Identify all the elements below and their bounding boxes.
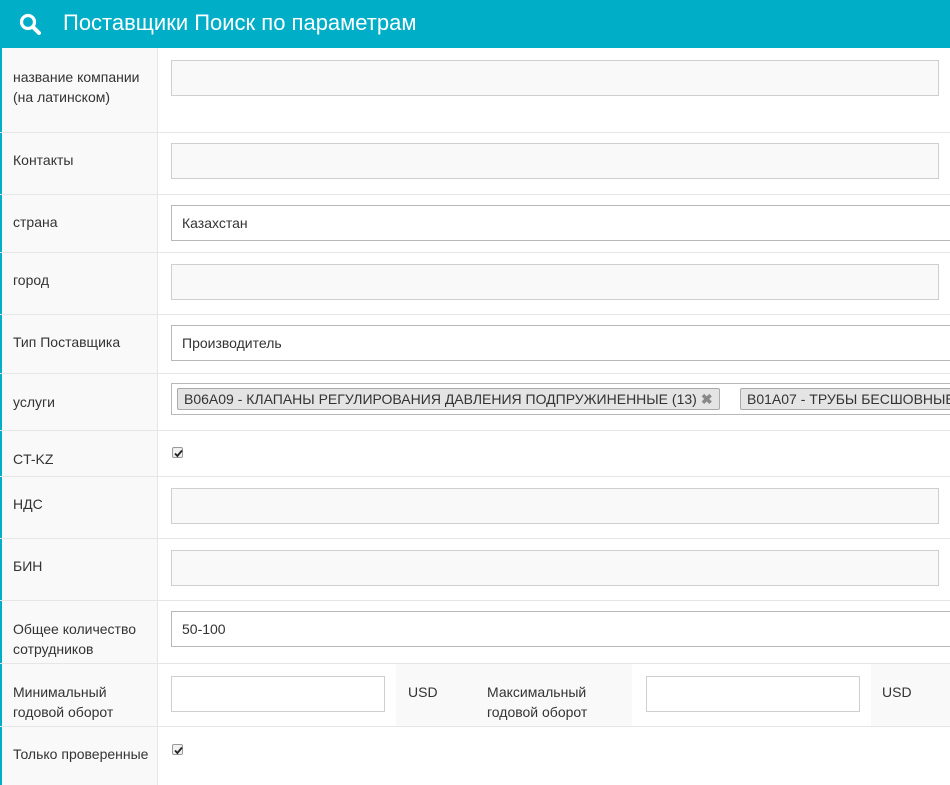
- verified-only-label: Только проверенные: [0, 727, 158, 785]
- row-employees: Общее количество сотрудников 50-100: [0, 601, 950, 664]
- supplier-type-select[interactable]: Производитель: [171, 325, 950, 361]
- service-tag: B01A07 - ТРУБЫ БЕСШОВНЫЕ: [740, 388, 950, 410]
- row-verified-only: Только проверенные: [0, 727, 950, 785]
- min-turnover-label: Минимальный годовой оборот: [0, 664, 158, 726]
- ct-kz-label: CT-KZ: [0, 431, 158, 476]
- country-label: страна: [0, 195, 158, 252]
- supplier-type-label: Тип Поставщика: [0, 315, 158, 373]
- row-bin: БИН: [0, 539, 950, 601]
- row-country: страна Казахстан: [0, 195, 950, 253]
- ct-kz-checkbox[interactable]: [172, 447, 183, 458]
- row-turnover: Минимальный годовой оборот USD Максималь…: [0, 664, 950, 727]
- services-multiselect[interactable]: B06A09 - КЛАПАНЫ РЕГУЛИРОВАНИЯ ДАВЛЕНИЯ …: [171, 383, 950, 415]
- remove-tag-icon[interactable]: ✖: [701, 391, 713, 407]
- row-supplier-type: Тип Поставщика Производитель: [0, 315, 950, 374]
- row-services: услуги B06A09 - КЛАПАНЫ РЕГУЛИРОВАНИЯ ДА…: [0, 374, 950, 431]
- company-name-input[interactable]: [171, 60, 939, 96]
- city-label: город: [0, 253, 158, 314]
- search-form: название компании (на латинском) Контакт…: [0, 48, 950, 785]
- contacts-label: Контакты: [0, 133, 158, 194]
- verified-only-checkbox[interactable]: [172, 744, 183, 755]
- row-vat: НДС: [0, 477, 950, 539]
- services-label: услуги: [0, 374, 158, 430]
- employees-select[interactable]: 50-100: [171, 611, 950, 647]
- employees-label: Общее количество сотрудников: [0, 601, 158, 663]
- row-city: город: [0, 253, 950, 315]
- service-tag-label: B06A09 - КЛАПАНЫ РЕГУЛИРОВАНИЯ ДАВЛЕНИЯ …: [184, 391, 697, 407]
- max-turnover-input[interactable]: [646, 676, 860, 712]
- city-input[interactable]: [171, 264, 939, 300]
- search-icon: [19, 13, 41, 35]
- company-name-label: название компании (на латинском): [0, 48, 158, 132]
- page-title: Поставщики Поиск по параметрам: [63, 10, 417, 35]
- bin-label: БИН: [0, 539, 158, 600]
- vat-label: НДС: [0, 477, 158, 538]
- max-turnover-label: Максимальный годовой оборот: [487, 684, 588, 720]
- min-currency-label: USD: [408, 684, 438, 700]
- checkmark-icon: [174, 449, 183, 458]
- row-contacts: Контакты: [0, 133, 950, 195]
- service-tag: B06A09 - КЛАПАНЫ РЕГУЛИРОВАНИЯ ДАВЛЕНИЯ …: [177, 388, 720, 410]
- checkmark-icon: [174, 746, 183, 755]
- page-header: Поставщики Поиск по параметрам: [0, 0, 950, 48]
- min-turnover-input[interactable]: [171, 676, 385, 712]
- contacts-input[interactable]: [171, 143, 939, 179]
- row-company-name: название компании (на латинском): [0, 48, 950, 133]
- row-ct-kz: CT-KZ: [0, 431, 950, 477]
- max-currency-label: USD: [882, 684, 912, 700]
- service-tag-label: B01A07 - ТРУБЫ БЕСШОВНЫЕ: [747, 391, 950, 407]
- bin-input[interactable]: [171, 550, 939, 586]
- vat-input[interactable]: [171, 488, 939, 524]
- country-select[interactable]: Казахстан: [171, 205, 950, 241]
